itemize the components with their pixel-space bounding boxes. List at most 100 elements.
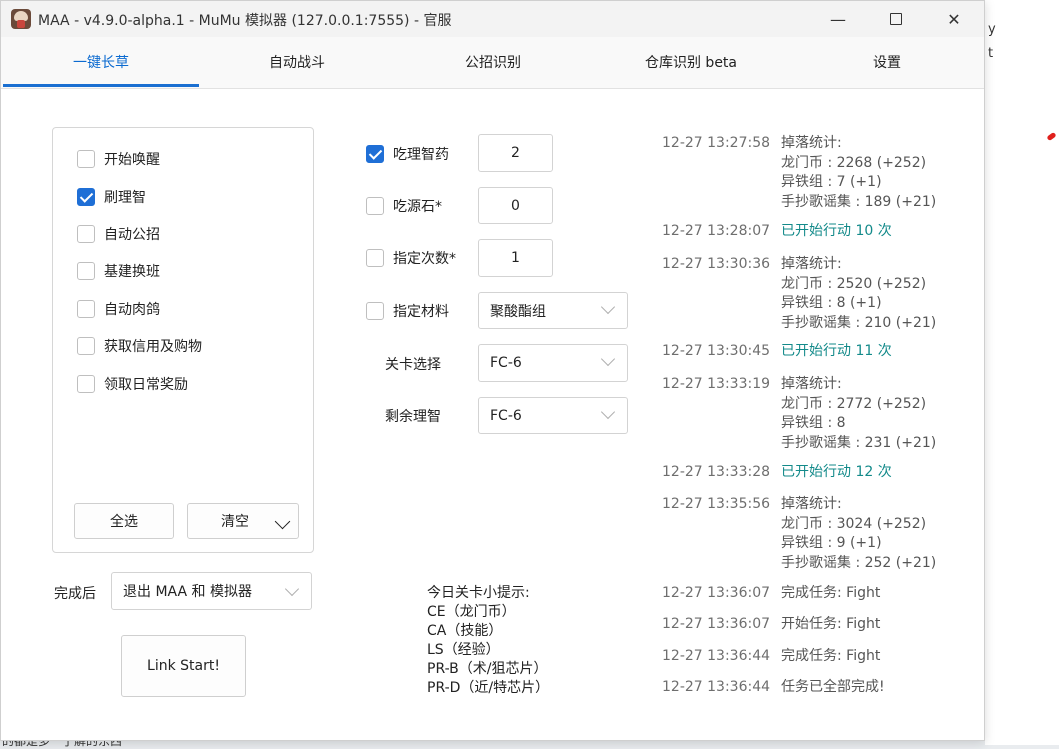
log-line: 手抄歌谣集 : 231 (+21) xyxy=(781,434,937,451)
task-list-panel: 开始唤醒 刷理智 自动公招 基建换班 自动肉鸽 获取信用及购物 领取日常奖励 全… xyxy=(52,127,314,553)
after-complete-value: 退出 MAA 和 模拟器 xyxy=(123,584,252,600)
remaining-sanity-select[interactable]: FC-6 xyxy=(478,397,628,434)
minimize-button[interactable]: — xyxy=(809,1,867,37)
log-entry: 12-27 13:36:07 完成任务: Fight xyxy=(662,584,880,604)
log-line: 掉落统计: xyxy=(781,256,842,272)
checkbox[interactable] xyxy=(366,302,384,320)
tab-depot-recognition[interactable]: 仓库识别 beta xyxy=(591,37,791,87)
task-label: 自动肉鸽 xyxy=(104,302,160,318)
task-item-infrastructure[interactable]: 基建换班 xyxy=(77,260,160,282)
background-window xyxy=(985,0,1059,745)
task-item-recruit[interactable]: 自动公招 xyxy=(77,223,160,245)
chevron-down-icon xyxy=(600,299,616,315)
times-option[interactable]: 指定次数* xyxy=(366,247,456,269)
log-time: 12-27 13:28:07 xyxy=(662,223,771,239)
medicine-count-input[interactable]: 2 xyxy=(478,134,553,172)
checkbox[interactable] xyxy=(77,150,95,168)
log-time: 12-27 13:30:36 xyxy=(662,256,771,272)
log-line: 龙门币 : 2520 (+252) xyxy=(781,275,927,292)
log-time: 12-27 13:36:44 xyxy=(662,679,771,695)
material-select[interactable]: 聚酸酯组 xyxy=(478,292,628,329)
log-line: 开始任务: Fight xyxy=(781,616,881,632)
close-button[interactable]: ✕ xyxy=(925,1,983,37)
log-time: 12-27 13:30:45 xyxy=(662,343,771,359)
remaining-sanity-label: 剩余理智 xyxy=(385,409,441,425)
log-entry: 12-27 13:36:44 任务已全部完成! xyxy=(662,678,885,698)
link-start-button[interactable]: Link Start! xyxy=(121,635,246,697)
log-time: 12-27 13:33:19 xyxy=(662,376,771,392)
log-line: 异铁组 : 8 xyxy=(781,415,846,431)
checkbox[interactable] xyxy=(77,262,95,280)
task-label: 开始唤醒 xyxy=(104,152,160,168)
log-line: 手抄歌谣集 : 189 (+21) xyxy=(781,193,937,210)
task-label: 获取信用及购物 xyxy=(104,339,202,355)
log-time: 12-27 13:36:07 xyxy=(662,616,771,632)
task-item-fight[interactable]: 刷理智 xyxy=(77,186,146,208)
tab-settings[interactable]: 设置 xyxy=(791,37,983,87)
background-text: t xyxy=(988,46,994,61)
originium-label: 吃源石* xyxy=(393,199,442,215)
times-label: 指定次数* xyxy=(393,251,456,267)
task-item-daily-rewards[interactable]: 领取日常奖励 xyxy=(77,373,188,395)
maximize-button[interactable] xyxy=(867,1,925,37)
log-line: 异铁组 : 8 (+1) xyxy=(781,295,882,311)
log-entry: 12-27 13:36:44 完成任务: Fight xyxy=(662,647,880,667)
log-line: 异铁组 : 9 (+1) xyxy=(781,535,882,551)
stage-select[interactable]: FC-6 xyxy=(478,344,628,382)
log-line: 已开始行动 11 次 xyxy=(781,343,892,359)
log-line: 已开始行动 10 次 xyxy=(781,223,892,239)
task-label: 刷理智 xyxy=(104,190,146,206)
checkbox[interactable] xyxy=(366,197,384,215)
checkbox[interactable] xyxy=(77,337,95,355)
close-icon: ✕ xyxy=(947,9,961,29)
clear-button[interactable]: 清空 xyxy=(187,503,299,539)
task-label: 自动公招 xyxy=(104,227,160,243)
originium-option[interactable]: 吃源石* xyxy=(366,195,442,217)
checkbox[interactable] xyxy=(77,375,95,393)
originium-count-input[interactable]: 0 xyxy=(478,187,553,224)
chevron-down-icon xyxy=(274,513,291,530)
chevron-down-icon xyxy=(600,351,616,367)
log-entry: 12-27 13:30:36 掉落统计: 龙门币 : 2520 (+252) 异… xyxy=(662,255,936,333)
log-line: 龙门币 : 2772 (+252) xyxy=(781,395,927,412)
task-item-wakeup[interactable]: 开始唤醒 xyxy=(77,148,160,170)
material-label: 指定材料 xyxy=(393,304,449,320)
log-entry: 12-27 13:30:45 已开始行动 11 次 xyxy=(662,342,892,362)
stage-label: 关卡选择 xyxy=(385,357,441,373)
window-title: MAA - v4.9.0-alpha.1 - MuMu 模拟器 (127.0.0… xyxy=(38,13,452,29)
log-line: 龙门币 : 2268 (+252) xyxy=(781,154,927,171)
checkbox[interactable] xyxy=(77,300,95,318)
stage-tips: 今日关卡小提示: CE（龙门币） CA（技能） LS（经验） PR-B（术/狙芯… xyxy=(427,584,549,698)
tab-auto-battle[interactable]: 自动战斗 xyxy=(199,37,395,87)
medicine-option[interactable]: 吃理智药 xyxy=(366,143,449,165)
checkbox-checked[interactable] xyxy=(366,145,384,163)
maa-window: MAA - v4.9.0-alpha.1 - MuMu 模拟器 (127.0.0… xyxy=(0,0,985,741)
select-all-button[interactable]: 全选 xyxy=(74,503,174,539)
checkbox[interactable] xyxy=(77,225,95,243)
app-icon xyxy=(11,9,31,29)
title-bar[interactable]: MAA - v4.9.0-alpha.1 - MuMu 模拟器 (127.0.0… xyxy=(1,1,984,37)
log-entry: 12-27 13:36:07 开始任务: Fight xyxy=(662,615,880,635)
task-label: 领取日常奖励 xyxy=(104,377,188,393)
times-count-input[interactable]: 1 xyxy=(478,239,553,277)
tab-one-click-farm[interactable]: 一键长草 xyxy=(3,37,199,87)
log-entry: 12-27 13:35:56 掉落统计: 龙门币 : 3024 (+252) 异… xyxy=(662,495,936,573)
log-entry: 12-27 13:27:58 掉落统计: 龙门币 : 2268 (+252) 异… xyxy=(662,134,936,212)
log-line: 完成任务: Fight xyxy=(781,585,881,601)
stage-tip-line: CE（龙门币） xyxy=(427,604,516,620)
task-item-roguelike[interactable]: 自动肉鸽 xyxy=(77,298,160,320)
material-option[interactable]: 指定材料 xyxy=(366,300,449,322)
stage-tip-line: LS（经验） xyxy=(427,642,500,658)
checkbox-checked[interactable] xyxy=(77,188,95,206)
log-line: 掉落统计: xyxy=(781,135,842,151)
active-tab-indicator xyxy=(3,84,199,87)
log-entry: 12-27 13:33:28 已开始行动 12 次 xyxy=(662,463,892,483)
remaining-sanity-value: FC-6 xyxy=(490,407,522,424)
checkbox[interactable] xyxy=(366,249,384,267)
after-complete-select[interactable]: 退出 MAA 和 模拟器 xyxy=(111,572,312,610)
stage-tips-title: 今日关卡小提示: xyxy=(427,585,530,601)
tab-bar: 一键长草 自动战斗 公招识别 仓库识别 beta 设置 xyxy=(1,37,984,89)
tab-recruit-recognition[interactable]: 公招识别 xyxy=(395,37,591,87)
task-item-credit-shopping[interactable]: 获取信用及购物 xyxy=(77,335,202,357)
clear-label: 清空 xyxy=(221,514,249,530)
